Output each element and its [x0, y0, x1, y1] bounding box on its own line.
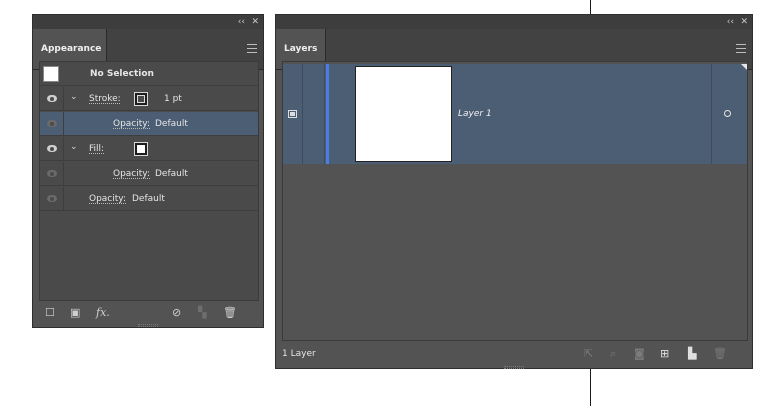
clear-appearance-icon[interactable]: ⊘ — [172, 307, 181, 318]
selection-thumbnail — [43, 66, 59, 82]
layer-lock-toggle[interactable] — [303, 64, 325, 164]
layer-count: 1 Layer — [282, 349, 316, 359]
layer-selected-corner-icon — [741, 64, 747, 70]
fill-opacity-eye-icon[interactable] — [47, 170, 57, 177]
stroke-color-swatch[interactable] — [134, 92, 148, 106]
create-new-layer-icon[interactable]: ▙ — [688, 348, 696, 359]
locate-object-search-icon[interactable]: ⌕ — [610, 348, 616, 359]
layer-thumbnail[interactable] — [355, 66, 452, 162]
close-panel-icon[interactable]: ✕ — [740, 16, 748, 28]
fill-expand-chevron-icon[interactable]: ⌄ — [70, 142, 78, 152]
panel-menu-icon[interactable] — [736, 44, 746, 53]
layer-target-circle-icon[interactable] — [724, 110, 731, 117]
fill-opacity-label[interactable]: Opacity: — [113, 169, 150, 179]
stroke-opacity-label[interactable]: Opacity: — [113, 119, 150, 129]
delete-layer-trash-icon[interactable]: 🗑 — [713, 348, 727, 359]
add-new-effect-fx-icon[interactable]: fx. — [96, 307, 110, 318]
collapse-panel-icon[interactable]: ‹‹ — [727, 16, 734, 28]
export-layer-icon[interactable]: ⇱ — [584, 348, 593, 359]
make-clipping-mask-icon[interactable]: ◙ — [634, 348, 645, 359]
fill-color-swatch[interactable] — [134, 142, 148, 156]
layer-visibility-icon[interactable] — [288, 110, 297, 118]
delete-item-trash-icon[interactable]: 🗑 — [223, 307, 237, 318]
panel-menu-icon[interactable] — [247, 44, 257, 53]
stroke-opacity-eye-icon[interactable] — [47, 120, 57, 127]
layer-name[interactable]: Layer 1 — [458, 109, 492, 119]
layers-list: Layer 1 — [282, 61, 748, 341]
object-opacity-eye-icon[interactable] — [47, 195, 57, 202]
fill-label[interactable]: Fill: — [89, 144, 104, 154]
fill-opacity-row[interactable]: Opacity: Default — [40, 162, 258, 186]
add-new-fill-icon[interactable]: ▣ — [70, 307, 80, 318]
stroke-row[interactable]: ⌄ Stroke: 1 pt — [40, 87, 258, 111]
selection-label: No Selection — [90, 69, 154, 79]
stroke-weight-value[interactable]: 1 pt — [164, 94, 182, 104]
resize-grip[interactable] — [138, 324, 158, 327]
appearance-panel: ‹‹ ✕ Appearance No Selection ⌄ Stroke: 1… — [32, 14, 264, 328]
stroke-expand-chevron-icon[interactable]: ⌄ — [70, 92, 78, 102]
layers-panel: ‹‹ ✕ Layers Layer 1 1 Layer ⇱ ⌕ ◙ ⊞ ▙ 🗑 — [275, 14, 753, 369]
duplicate-item-icon[interactable]: ▚ — [198, 307, 206, 318]
selection-row[interactable]: No Selection — [40, 62, 258, 86]
create-sublayer-icon[interactable]: ⊞ — [660, 348, 669, 359]
appearance-titlebar[interactable]: ‹‹ ✕ — [33, 15, 263, 30]
resize-grip[interactable] — [504, 366, 524, 369]
appearance-footer: ☐ ▣ fx. ⊘ ▚ 🗑 — [33, 299, 263, 327]
object-opacity-label[interactable]: Opacity: — [89, 194, 126, 204]
guide-line-bottom — [590, 369, 591, 406]
stroke-label[interactable]: Stroke: — [89, 94, 121, 104]
stroke-visibility-eye-icon[interactable] — [47, 95, 57, 102]
layer-color-bar — [326, 64, 329, 164]
collapse-panel-icon[interactable]: ‹‹ — [238, 16, 245, 28]
object-opacity-row[interactable]: Opacity: Default — [40, 187, 258, 211]
object-opacity-value: Default — [132, 194, 165, 204]
appearance-list: No Selection ⌄ Stroke: 1 pt Opacity: Def… — [39, 61, 259, 301]
layers-footer: 1 Layer ⇱ ⌕ ◙ ⊞ ▙ 🗑 — [276, 341, 752, 369]
fill-opacity-value: Default — [155, 169, 188, 179]
stroke-opacity-value: Default — [155, 119, 188, 129]
guide-line-top — [590, 0, 591, 14]
stroke-opacity-row[interactable]: Opacity: Default — [40, 112, 258, 136]
fill-visibility-eye-icon[interactable] — [47, 145, 57, 152]
layers-titlebar[interactable]: ‹‹ ✕ — [276, 15, 752, 30]
layer-row[interactable]: Layer 1 — [283, 64, 747, 164]
close-panel-icon[interactable]: ✕ — [251, 16, 259, 28]
fill-row[interactable]: ⌄ Fill: — [40, 137, 258, 161]
add-new-stroke-icon[interactable]: ☐ — [45, 307, 55, 318]
